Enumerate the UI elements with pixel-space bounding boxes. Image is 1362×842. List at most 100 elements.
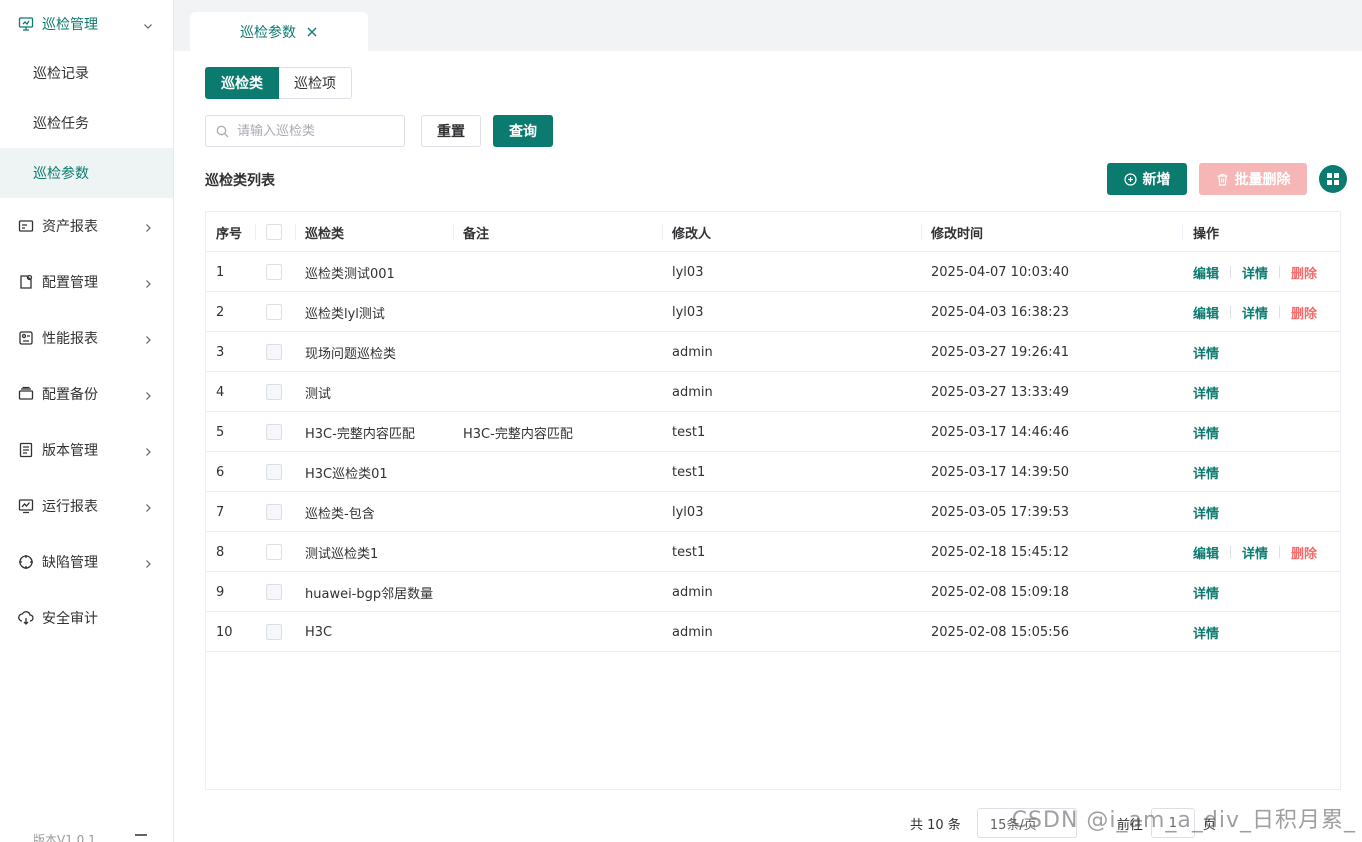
submenu-item-params[interactable]: 巡检参数 [0, 148, 173, 198]
cell-index: 8 [216, 544, 225, 560]
submenu-item-records[interactable]: 巡检记录 [0, 48, 173, 98]
chevron-right-icon [143, 277, 153, 288]
delete-link[interactable]: 删除 [1291, 303, 1317, 322]
table-row: 7 巡检类-包含 lyl03 2025-03-05 17:39:53 详情 [206, 492, 1340, 532]
runtime-chart-icon [18, 498, 34, 514]
cell-category: 巡检类-包含 [305, 506, 375, 522]
backup-icon [18, 386, 34, 402]
cell-time: 2025-03-27 13:33:49 [931, 384, 1070, 400]
cell-checkbox [266, 372, 282, 412]
cell-category: H3C巡检类01 [305, 466, 388, 482]
table-row: 9 huawei-bgp邻居数量 admin 2025-02-08 15:09:18 详… [206, 572, 1340, 612]
collapse-icon[interactable] [134, 832, 148, 842]
grid-icon [1326, 172, 1340, 186]
select-all-checkbox[interactable] [266, 224, 282, 240]
cell-index: 1 [216, 264, 225, 280]
menu-group-asset-report[interactable]: 资产报表 [0, 198, 173, 254]
delete-link[interactable]: 删除 [1291, 543, 1317, 562]
cell-time: 2025-04-07 10:03:40 [931, 264, 1070, 280]
menu-group-label: 版本管理 [42, 443, 98, 459]
cell-index: 2 [216, 304, 225, 320]
cell-time: 2025-02-08 15:05:56 [931, 624, 1070, 640]
detail-link[interactable]: 详情 [1193, 463, 1219, 482]
search-icon [216, 125, 229, 138]
table-header: 序号 巡检类 备注 修改人 修改时间 操作 [206, 212, 1340, 252]
header-checkbox-cell [255, 212, 282, 252]
menu-group-bug[interactable]: 缺陷管理 [0, 534, 173, 590]
monitor-icon [18, 16, 34, 32]
cell-time: 2025-03-17 14:46:46 [931, 424, 1070, 440]
chevron-right-icon [143, 557, 153, 568]
chevron-right-icon [143, 221, 153, 232]
delete-link[interactable]: 删除 [1291, 263, 1317, 282]
edit-link[interactable]: 编辑 [1193, 303, 1219, 322]
row-checkbox [266, 504, 282, 520]
close-icon[interactable] [306, 26, 318, 38]
add-button[interactable]: 新增 [1107, 163, 1187, 195]
detail-link[interactable]: 详情 [1193, 503, 1219, 522]
chevron-right-icon [143, 333, 153, 344]
cell-ops: 编辑 详情 删除 [1193, 252, 1317, 292]
table-row: 8 测试巡检类1 test1 2025-02-18 15:45:12 编辑 详情 删除 [206, 532, 1340, 572]
segment-category[interactable]: 巡检类 [205, 67, 279, 99]
row-checkbox [266, 424, 282, 440]
menu-group-version[interactable]: 版本管理 [0, 422, 173, 478]
reset-button[interactable]: 重置 [421, 115, 481, 147]
bug-icon [18, 554, 34, 570]
cell-modifier: test1 [672, 464, 706, 480]
cell-checkbox [266, 332, 282, 372]
detail-link[interactable]: 详情 [1242, 303, 1268, 322]
detail-link[interactable]: 详情 [1242, 543, 1268, 562]
detail-link[interactable]: 详情 [1193, 583, 1219, 602]
cell-checkbox [266, 572, 282, 612]
list-title: 巡检类列表 [205, 173, 275, 189]
version-icon [18, 442, 34, 458]
row-checkbox[interactable] [266, 544, 282, 560]
cell-ops: 编辑 详情 删除 [1193, 532, 1317, 572]
edit-link[interactable]: 编辑 [1193, 263, 1219, 282]
header-modifier: 修改人 [672, 226, 712, 242]
detail-link[interactable]: 详情 [1193, 423, 1219, 442]
row-checkbox [266, 384, 282, 400]
cell-checkbox [266, 532, 282, 572]
cell-ops: 详情 [1193, 452, 1219, 492]
row-checkbox[interactable] [266, 304, 282, 320]
detail-link[interactable]: 详情 [1242, 263, 1268, 282]
table-row: 10 H3C admin 2025-02-08 15:05:56 详情 [206, 612, 1340, 652]
menu-group-config[interactable]: 配置管理 [0, 254, 173, 310]
add-button-label: 新增 [1142, 172, 1171, 188]
menu-group-performance[interactable]: 性能报表 [0, 310, 173, 366]
cell-time: 2025-04-03 16:38:23 [931, 304, 1070, 320]
search-input[interactable] [237, 123, 387, 139]
menu-group-backup[interactable]: 配置备份 [0, 366, 173, 422]
batch-delete-button[interactable]: 批量删除 [1199, 163, 1307, 195]
row-checkbox[interactable] [266, 264, 282, 280]
detail-link[interactable]: 详情 [1193, 383, 1219, 402]
menu-group-audit[interactable]: 安全审计 [0, 590, 173, 646]
submenu-item-tasks[interactable]: 巡检任务 [0, 98, 173, 148]
table-body: 1 巡检类测试001 lyl03 2025-04-07 10:03:40 编辑 详情 删除 2… [206, 252, 1340, 652]
menu-group-inspection[interactable]: 巡检管理 [0, 0, 173, 48]
tab-params[interactable]: 巡检参数 [190, 12, 368, 51]
segment-item[interactable]: 巡检项 [279, 67, 352, 99]
detail-link[interactable]: 详情 [1193, 343, 1219, 362]
cell-time: 2025-02-08 15:09:18 [931, 584, 1070, 600]
detail-link[interactable]: 详情 [1193, 623, 1219, 642]
cell-time: 2025-03-17 14:39:50 [931, 464, 1070, 480]
cell-category: 巡检类测试001 [305, 266, 395, 282]
cell-modifier: test1 [672, 424, 706, 440]
query-button[interactable]: 查询 [493, 115, 553, 147]
edit-link[interactable]: 编辑 [1193, 543, 1219, 562]
table-row: 4 测试 admin 2025-03-27 13:33:49 详情 [206, 372, 1340, 412]
data-table: 序号 巡检类 备注 修改人 修改时间 操作 1 巡检类测试001 lyl03 2025… [205, 211, 1341, 790]
cell-ops: 详情 [1193, 332, 1219, 372]
column-settings-button[interactable] [1319, 165, 1347, 193]
cell-ops: 编辑 详情 删除 [1193, 292, 1317, 332]
cell-modifier: admin [672, 384, 713, 400]
header-index: 序号 [216, 226, 243, 242]
cell-time: 2025-03-05 17:39:53 [931, 504, 1070, 520]
chevron-right-icon [143, 501, 153, 512]
menu-group-runtime[interactable]: 运行报表 [0, 478, 173, 534]
cell-category: H3C [305, 624, 333, 640]
cell-category: H3C-完整内容匹配 [305, 426, 415, 442]
